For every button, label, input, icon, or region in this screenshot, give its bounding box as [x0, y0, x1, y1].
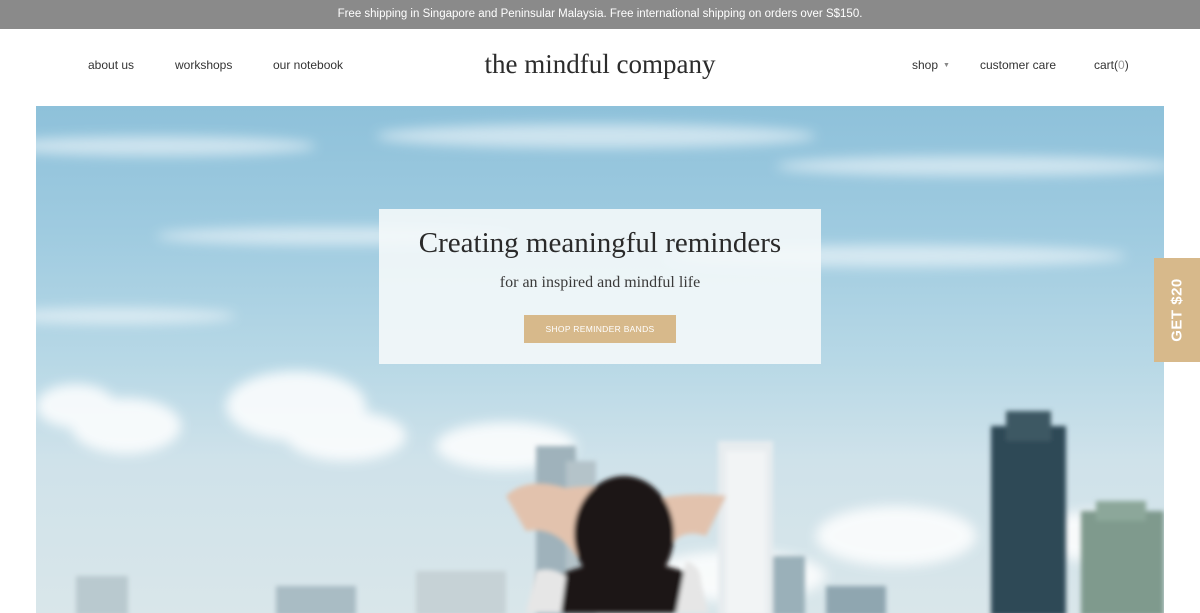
- nav-customer-care[interactable]: customer care: [980, 58, 1056, 72]
- nav-our-notebook[interactable]: our notebook: [273, 58, 343, 72]
- hero-card: Creating meaningful reminders for an ins…: [379, 209, 821, 364]
- site-header: about us workshops our notebook the mind…: [0, 29, 1200, 106]
- hero-subtitle: for an inspired and mindful life: [499, 274, 701, 291]
- hero-banner: Creating meaningful reminders for an ins…: [36, 106, 1164, 613]
- nav-shop-label: shop: [912, 58, 939, 72]
- hero-title: Creating meaningful reminders: [418, 227, 782, 259]
- nav-workshops[interactable]: workshops: [175, 58, 232, 72]
- chevron-down-icon: ▼: [943, 62, 950, 69]
- nav-cart[interactable]: cart(0): [1094, 58, 1129, 72]
- cart-label: cart: [1094, 58, 1115, 72]
- brand-logo[interactable]: the mindful company: [400, 49, 800, 80]
- cart-paren-close: ): [1124, 58, 1129, 72]
- promo-tab[interactable]: GET $20: [1154, 258, 1200, 362]
- announcement-bar: Free shipping in Singapore and Peninsula…: [0, 0, 1200, 29]
- cart-count: 0: [1118, 58, 1125, 72]
- shop-reminder-bands-button[interactable]: SHOP REMINDER BANDS: [524, 315, 676, 343]
- promo-tab-label: GET $20: [1168, 278, 1186, 342]
- nav-about-us[interactable]: about us: [88, 58, 134, 72]
- nav-shop[interactable]: shop ▼: [912, 58, 950, 72]
